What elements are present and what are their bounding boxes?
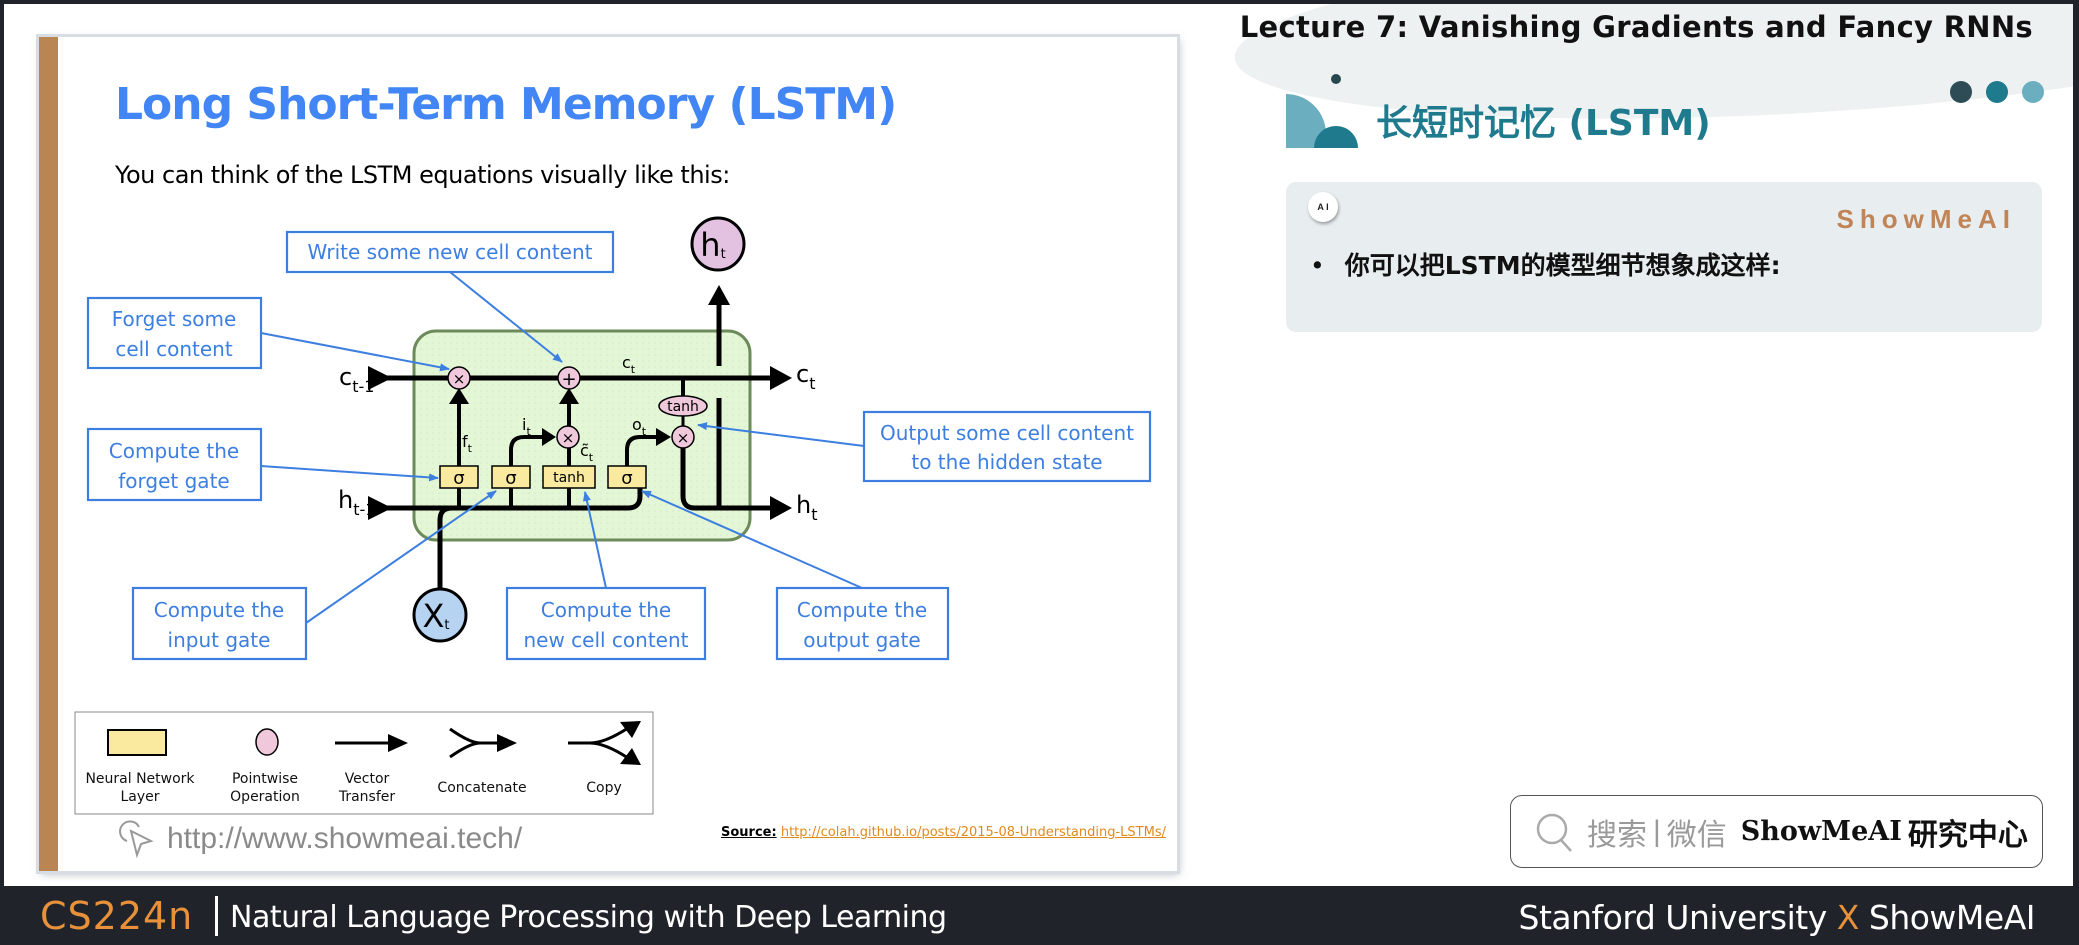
- svg-text:input gate: input gate: [168, 628, 271, 652]
- h-up-arrow: [708, 285, 730, 305]
- legend-pointwise-icon: [255, 728, 279, 756]
- svg-text:cell content: cell content: [115, 337, 233, 361]
- lstm-diagram: × + × × tanh σ σ tanh σ ft it c̃t ot ct …: [74, 216, 1152, 815]
- source-link[interactable]: http://colah.github.io/posts/2015-08-Und…: [781, 825, 1166, 840]
- course-code: CS224n: [40, 894, 194, 938]
- h-out-arrow: [770, 496, 792, 520]
- legend-label: Pointwise: [232, 771, 298, 787]
- op-symbol: ×: [562, 429, 575, 447]
- footer-bar: CS224n Natural Language Processing with …: [0, 886, 2079, 945]
- legend-nn-layer-icon: [107, 729, 167, 756]
- callout-forget-some: Forget some cell content: [86, 296, 450, 372]
- screen: Long Short-Term Memory (LSTM) You can th…: [4, 4, 2073, 886]
- op-symbol: ×: [677, 429, 690, 447]
- layer-label: σ: [453, 468, 464, 489]
- search-brand: ShowMeAI: [1740, 816, 1902, 847]
- legend-label: Copy: [586, 780, 622, 796]
- search-text: 搜索: [1587, 818, 1647, 852]
- svg-text:Compute the: Compute the: [109, 439, 239, 463]
- svg-text:Output some cell content: Output some cell content: [880, 421, 1134, 445]
- footer-divider: [215, 896, 218, 936]
- watermark-url: http://www.showmeai.tech/: [167, 822, 523, 855]
- diagram-legend: Neural Network Layer Pointwise Operation…: [74, 711, 654, 815]
- search-suffix: 研究中心: [1907, 818, 2028, 852]
- legend-label: Neural Network: [85, 771, 195, 787]
- svg-text:Compute the: Compute the: [541, 598, 671, 622]
- svg-text:to the hidden state: to the hidden state: [911, 450, 1102, 474]
- search-box[interactable]: 搜索 | 微信 ShowMeAI 研究中心: [1510, 795, 2043, 868]
- op-symbol: ×: [453, 370, 466, 388]
- footer-credit: Stanford University X ShowMeAI: [1518, 898, 2036, 937]
- ai-badge-icon: A I: [1308, 192, 1338, 222]
- svg-text:Compute the: Compute the: [154, 598, 284, 622]
- credit-x: X: [1836, 898, 1860, 937]
- callout-output-hidden: Output some cell content to the hidden s…: [697, 410, 1152, 483]
- bullet-text: 你可以把LSTM的模型细节想象成这样:: [1344, 251, 1781, 280]
- svg-text:output gate: output gate: [803, 628, 920, 652]
- watermark[interactable]: http://www.showmeai.tech/: [109, 817, 529, 859]
- dots-decoration-icon: [1950, 81, 2044, 103]
- h-prev-label: ht-1: [338, 486, 375, 519]
- legend-label: Vector: [345, 771, 390, 787]
- cursor-icon: [119, 820, 154, 859]
- svg-text:forget gate: forget gate: [118, 469, 229, 493]
- search-separator: |: [1653, 814, 1661, 848]
- bullet-item: • 你可以把LSTM的模型细节想象成这样:: [1310, 246, 1781, 282]
- credit-university: Stanford University: [1518, 898, 1828, 937]
- op-symbol: +: [561, 369, 576, 390]
- credit-brand: ShowMeAI: [1868, 898, 2036, 937]
- c-out-label: ct: [796, 360, 815, 393]
- layer-label: tanh: [553, 470, 585, 486]
- layer-label: σ: [505, 468, 516, 489]
- legend-label: Transfer: [338, 789, 396, 805]
- note-card: A I ShowMeAI • 你可以把LSTM的模型细节想象成这样:: [1286, 182, 2042, 332]
- layer-label: σ: [621, 468, 632, 489]
- svg-text:Write some new cell content: Write some new cell content: [308, 240, 593, 264]
- lecture-title: Lecture 7: Vanishing Gradients and Fancy…: [1239, 10, 2033, 44]
- svg-text:Compute the: Compute the: [797, 598, 927, 622]
- callout-forget-gate: Compute the forget gate: [86, 427, 439, 502]
- source-citation: Source: http://colah.github.io/posts/201…: [721, 825, 1166, 840]
- brand-label: ShowMeAI: [1836, 204, 2016, 234]
- legend-label: Operation: [230, 789, 300, 805]
- c-out-arrow: [770, 366, 792, 390]
- h-out-label: ht: [796, 491, 818, 524]
- search-icon: [1536, 813, 1572, 852]
- course-description: Natural Language Processing with Deep Le…: [230, 900, 947, 935]
- slide-card: Long Short-Term Memory (LSTM) You can th…: [39, 37, 1177, 871]
- legend-label: Concatenate: [437, 780, 526, 796]
- op-label: tanh: [667, 399, 699, 415]
- wechat-text: 微信: [1666, 818, 1727, 852]
- svg-text:Forget some: Forget some: [112, 307, 237, 331]
- section-decoration-icon: [1286, 74, 1358, 148]
- section-title: 长短时记忆 (LSTM): [1376, 103, 1711, 144]
- svg-text:new cell content: new cell content: [523, 628, 688, 652]
- source-label: Source:: [721, 825, 777, 840]
- bullet-dot: •: [1310, 251, 1325, 280]
- legend-label: Layer: [120, 789, 159, 805]
